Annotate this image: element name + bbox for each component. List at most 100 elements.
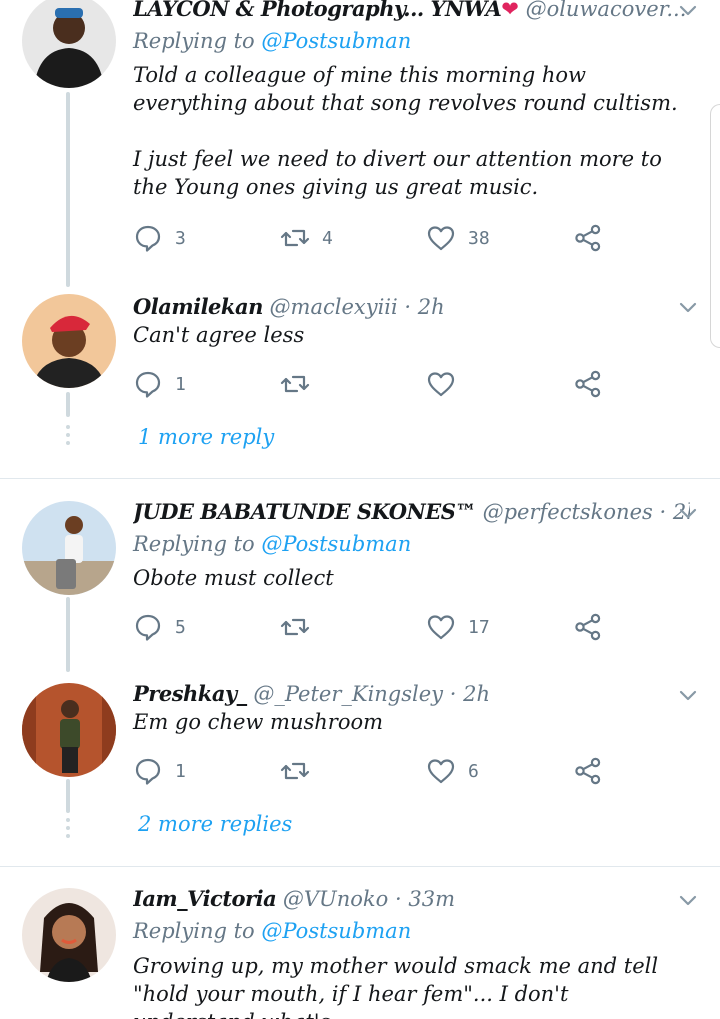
heart-icon: [426, 223, 456, 253]
share-button[interactable]: [573, 221, 603, 255]
like-count: 6: [468, 760, 479, 782]
scrollbar[interactable]: [710, 104, 720, 348]
like-button[interactable]: 6: [426, 754, 479, 788]
reply-count: 5: [175, 616, 186, 638]
like-count: 38: [468, 227, 490, 249]
chevron-down-icon[interactable]: [678, 297, 698, 317]
tweet-actions: 1: [133, 367, 620, 401]
chevron-down-icon[interactable]: [678, 0, 698, 20]
avatar[interactable]: [22, 888, 116, 982]
retweet-icon: [280, 369, 310, 399]
share-icon: [573, 369, 603, 399]
tweet-text: Can't agree less: [133, 323, 305, 347]
retweet-icon: [280, 223, 310, 253]
retweet-icon: [280, 612, 310, 642]
timestamp[interactable]: 2h: [463, 682, 490, 706]
tweet-3[interactable]: JUDE BABATUNDE SKONES™ @perfectskones · …: [0, 479, 720, 672]
retweet-button[interactable]: [280, 754, 322, 788]
retweet-icon: [280, 756, 310, 786]
tweet-header: Iam_Victoria @VUnoko · 33m: [133, 886, 690, 912]
like-button[interactable]: [426, 367, 468, 401]
heart-icon: [426, 369, 456, 399]
tweet-header: JUDE BABATUNDE SKONES™ @perfectskones · …: [133, 499, 690, 525]
username[interactable]: @maclexyiii: [270, 295, 398, 319]
reply-button[interactable]: 1: [133, 754, 186, 788]
display-name[interactable]: Preshkay_: [133, 681, 247, 706]
display-name[interactable]: Olamilekan: [133, 294, 263, 319]
separator-dot: ·: [394, 887, 402, 911]
separator-dot: ·: [449, 682, 457, 706]
tweet-5[interactable]: Iam_Victoria @VUnoko · 33m Replying to @…: [0, 867, 720, 1019]
share-icon: [573, 223, 603, 253]
share-button[interactable]: [573, 367, 603, 401]
username[interactable]: @VUnoko: [283, 887, 388, 911]
retweet-count: 4: [322, 227, 333, 249]
share-icon: [573, 756, 603, 786]
reply-count: 1: [175, 760, 186, 782]
share-icon: [573, 612, 603, 642]
chevron-down-icon[interactable]: [678, 890, 698, 910]
heart-icon: [426, 612, 456, 642]
chevron-down-icon[interactable]: [678, 503, 698, 523]
thread-line: [66, 597, 70, 672]
share-button[interactable]: [573, 754, 603, 788]
thread-line: [66, 92, 70, 287]
thread-line: [66, 392, 70, 417]
username[interactable]: @_Peter_Kingsley: [253, 682, 443, 706]
like-button[interactable]: 38: [426, 221, 490, 255]
tweet-header: LAYCON & Photography... YNWA❤ @oluwacove…: [133, 0, 690, 22]
mention-link[interactable]: @Postsubman: [261, 532, 411, 556]
replying-to: Replying to @Postsubman: [133, 28, 411, 54]
mention-link[interactable]: @Postsubman: [261, 919, 411, 943]
retweet-button[interactable]: 4: [280, 221, 333, 255]
reply-count: 1: [175, 373, 186, 395]
share-button[interactable]: [573, 610, 603, 644]
chevron-down-icon[interactable]: [678, 685, 698, 705]
reply-button[interactable]: 5: [133, 610, 186, 644]
display-name[interactable]: JUDE BABATUNDE SKONES™: [133, 499, 476, 524]
reply-icon: [133, 369, 163, 399]
thread-dots: [66, 818, 70, 842]
tweet-1[interactable]: LAYCON & Photography... YNWA❤ @oluwacove…: [0, 0, 720, 287]
avatar[interactable]: [22, 294, 116, 388]
tweet-2[interactable]: Olamilekan @maclexyiii · 2h Can't agree …: [0, 285, 720, 478]
reply-icon: [133, 756, 163, 786]
tweet-text: Growing up, my mother would smack me and…: [133, 954, 659, 1019]
like-button[interactable]: 17: [426, 610, 490, 644]
username[interactable]: @perfectskones: [483, 500, 653, 524]
tweet-actions: 1 6: [133, 754, 620, 788]
retweet-button[interactable]: [280, 610, 322, 644]
timestamp[interactable]: 33m: [408, 887, 455, 911]
replying-prefix: Replying to: [133, 532, 262, 556]
heart-emoji: ❤: [501, 0, 519, 21]
avatar[interactable]: [22, 683, 116, 777]
reply-button[interactable]: 1: [133, 367, 186, 401]
tweet-actions: 5 17: [133, 610, 620, 644]
avatar[interactable]: [22, 0, 116, 88]
replying-to: Replying to @Postsubman: [133, 918, 411, 944]
tweet-text: Obote must collect: [133, 566, 334, 590]
reply-button[interactable]: 3: [133, 221, 186, 255]
reply-icon: [133, 223, 163, 253]
retweet-button[interactable]: [280, 367, 322, 401]
thread-line: [66, 779, 70, 813]
timestamp[interactable]: 2h: [418, 295, 445, 319]
separator-dot: ·: [659, 500, 667, 524]
show-more-replies-link[interactable]: 2 more replies: [138, 812, 292, 836]
display-name[interactable]: Iam_Victoria: [133, 886, 277, 911]
mention-link[interactable]: @Postsubman: [261, 29, 411, 53]
username[interactable]: @oluwacover...: [526, 0, 687, 21]
separator-dot: ·: [404, 295, 412, 319]
show-more-replies-link[interactable]: 1 more reply: [138, 425, 274, 449]
tweet-header: Preshkay_ @_Peter_Kingsley · 2h: [133, 681, 690, 707]
display-name[interactable]: LAYCON & Photography... YNWA: [133, 0, 502, 21]
replying-to: Replying to @Postsubman: [133, 531, 411, 557]
heart-icon: [426, 756, 456, 786]
reply-count: 3: [175, 227, 186, 249]
like-count: 17: [468, 616, 490, 638]
reply-icon: [133, 612, 163, 642]
tweet-text: Em go chew mushroom: [133, 710, 384, 734]
tweet-header: Olamilekan @maclexyiii · 2h: [133, 294, 690, 320]
tweet-4[interactable]: Preshkay_ @_Peter_Kingsley · 2h Em go ch…: [0, 666, 720, 866]
avatar[interactable]: [22, 501, 116, 595]
